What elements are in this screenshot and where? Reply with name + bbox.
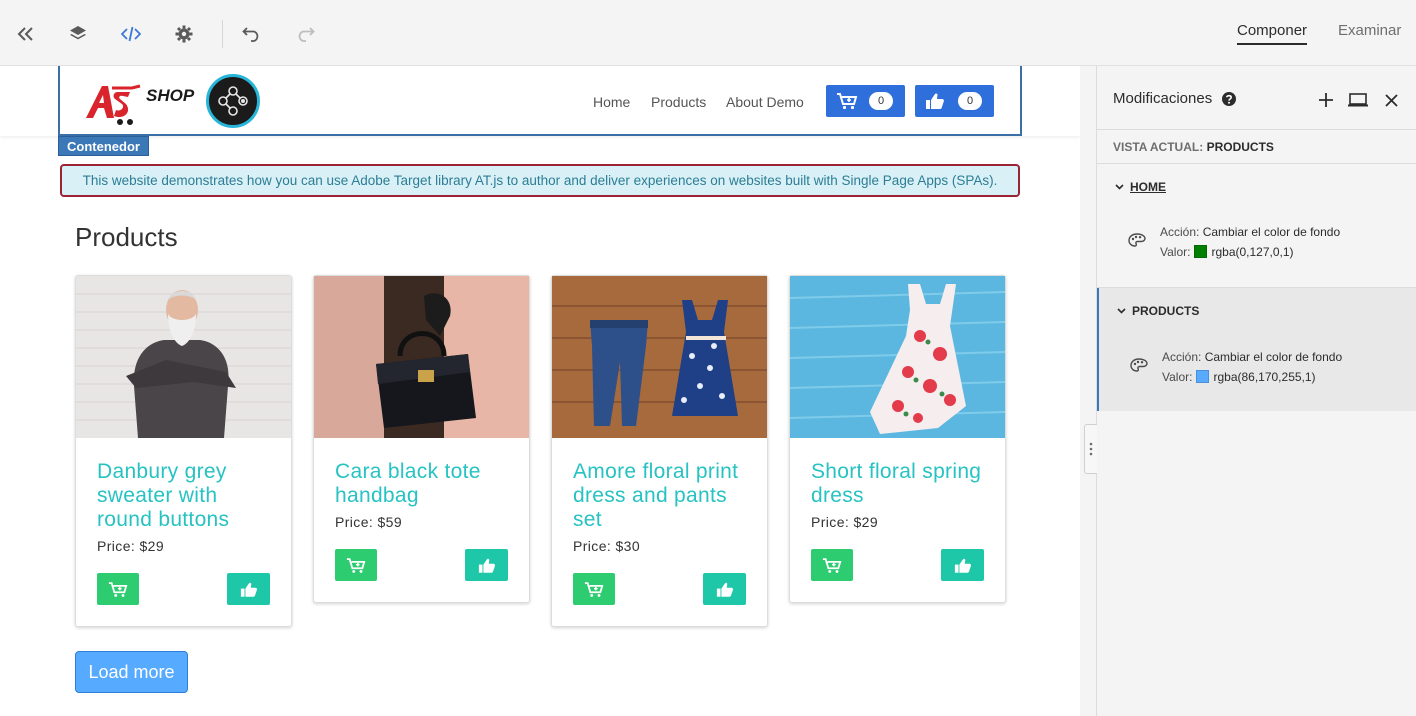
view-section-header-products[interactable]: PRODUCTS	[1117, 304, 1199, 318]
toolbar-separator	[222, 20, 223, 48]
view-section-products: PRODUCTS Acción: Cambiar el color de fon…	[1097, 288, 1416, 411]
canvas-scrollbar[interactable]	[1080, 66, 1097, 716]
palette-icon	[1127, 230, 1147, 250]
product-image-man-in-grey-sweater[interactable]	[76, 276, 291, 438]
product-image-floral-dress-on-blue-wood[interactable]	[790, 276, 1005, 438]
top-toolbar: Componer Examinar	[0, 0, 1416, 66]
action-value: Cambiar el color de fondo	[1204, 350, 1343, 364]
current-view: VISTA ACTUAL: PRODUCTS	[1113, 140, 1274, 154]
current-view-label: VISTA ACTUAL:	[1113, 140, 1204, 154]
action-label: Acción:	[1160, 225, 1200, 239]
page-title: Products	[75, 222, 178, 252]
drag-handle-icon	[1089, 442, 1093, 456]
action-label: Acción:	[1162, 350, 1202, 364]
thumbs-up-icon	[716, 582, 733, 597]
thumbs-up-icon	[954, 558, 971, 573]
color-value: rgba(0,127,0,1)	[1211, 245, 1294, 259]
product-card: Cara black tote handbag Price: $59	[313, 275, 530, 603]
product-title[interactable]: Cara black tote handbag	[335, 460, 508, 508]
redo-icon[interactable]	[293, 22, 317, 46]
chevron-down-icon	[1117, 308, 1126, 314]
product-title[interactable]: Short floral spring dress	[811, 460, 984, 508]
value-label: Valor:	[1162, 370, 1193, 384]
chevron-down-icon	[1115, 184, 1124, 190]
tab-componer[interactable]: Componer	[1237, 22, 1308, 45]
like-button[interactable]	[941, 549, 984, 581]
product-image-jeans-and-floral-dress[interactable]	[552, 276, 767, 438]
cart-icon	[822, 557, 842, 573]
add-to-cart-button[interactable]	[573, 573, 615, 605]
product-card: Amore floral print dress and pants set P…	[551, 275, 768, 627]
load-more-button[interactable]: Load more	[75, 651, 188, 693]
page-canvas: SHOP Home Products About Demo 0 0 Conten…	[0, 66, 1080, 716]
view-section-header-home[interactable]: HOME	[1115, 180, 1166, 194]
like-button[interactable]	[227, 573, 270, 605]
view-section-home: HOME Acción: Cambiar el color de fondo V…	[1097, 164, 1416, 287]
product-price: Price: $29	[811, 514, 879, 530]
product-card: Danbury grey sweater with round buttons …	[75, 275, 292, 627]
product-card: Short floral spring dress Price: $29	[789, 275, 1006, 603]
panel-title: Modificaciones	[1113, 90, 1213, 107]
view-section-name: HOME	[1130, 180, 1166, 194]
tab-examinar[interactable]: Examinar	[1338, 22, 1401, 39]
color-swatch	[1194, 245, 1208, 258]
product-price: Price: $29	[97, 538, 165, 554]
modification-item[interactable]: Acción: Cambiar el color de fondo Valor:…	[1127, 222, 1340, 262]
gear-icon[interactable]	[172, 22, 196, 46]
like-button[interactable]	[703, 573, 746, 605]
add-to-cart-button[interactable]	[811, 549, 853, 581]
selected-container-outline	[58, 66, 1022, 136]
cart-icon	[584, 581, 604, 597]
product-title[interactable]: Amore floral print dress and pants set	[573, 460, 746, 532]
question-circle-icon[interactable]	[1219, 89, 1239, 109]
modification-item[interactable]: Acción: Cambiar el color de fondo Valor:…	[1129, 347, 1342, 387]
action-value: Cambiar el color de fondo	[1202, 225, 1341, 239]
add-to-cart-button[interactable]	[335, 549, 377, 581]
view-section-name: PRODUCTS	[1132, 304, 1200, 318]
product-title[interactable]: Danbury grey sweater with round buttons	[97, 460, 270, 532]
add-to-cart-button[interactable]	[97, 573, 139, 605]
color-swatch	[1196, 370, 1210, 383]
palette-icon	[1129, 355, 1149, 375]
plus-icon[interactable]	[1316, 90, 1336, 110]
cart-icon	[108, 581, 128, 597]
laptop-icon[interactable]	[1348, 90, 1368, 110]
thumbs-up-icon	[240, 582, 257, 597]
product-image-black-handbag[interactable]	[314, 276, 529, 438]
cart-icon	[346, 557, 366, 573]
like-button[interactable]	[465, 549, 508, 581]
selection-label[interactable]: Contenedor	[58, 136, 149, 156]
layers-icon[interactable]	[66, 22, 90, 46]
thumbs-up-icon	[478, 558, 495, 573]
product-price: Price: $59	[335, 514, 403, 530]
undo-icon[interactable]	[240, 22, 264, 46]
close-icon[interactable]	[1381, 90, 1401, 110]
panel-divider	[1097, 129, 1416, 130]
product-price: Price: $30	[573, 538, 641, 554]
double-chevron-left-icon[interactable]	[14, 22, 38, 46]
panel-resize-handle[interactable]	[1084, 424, 1097, 474]
current-view-value: PRODUCTS	[1206, 140, 1274, 154]
info-alert: This website demonstrates how you can us…	[60, 164, 1020, 197]
value-label: Valor:	[1160, 245, 1191, 259]
color-value: rgba(86,170,255,1)	[1213, 370, 1316, 384]
modifications-panel: Modificaciones VISTA ACTUAL: PRODUCTS HO…	[1097, 66, 1416, 716]
code-icon[interactable]	[119, 22, 143, 46]
